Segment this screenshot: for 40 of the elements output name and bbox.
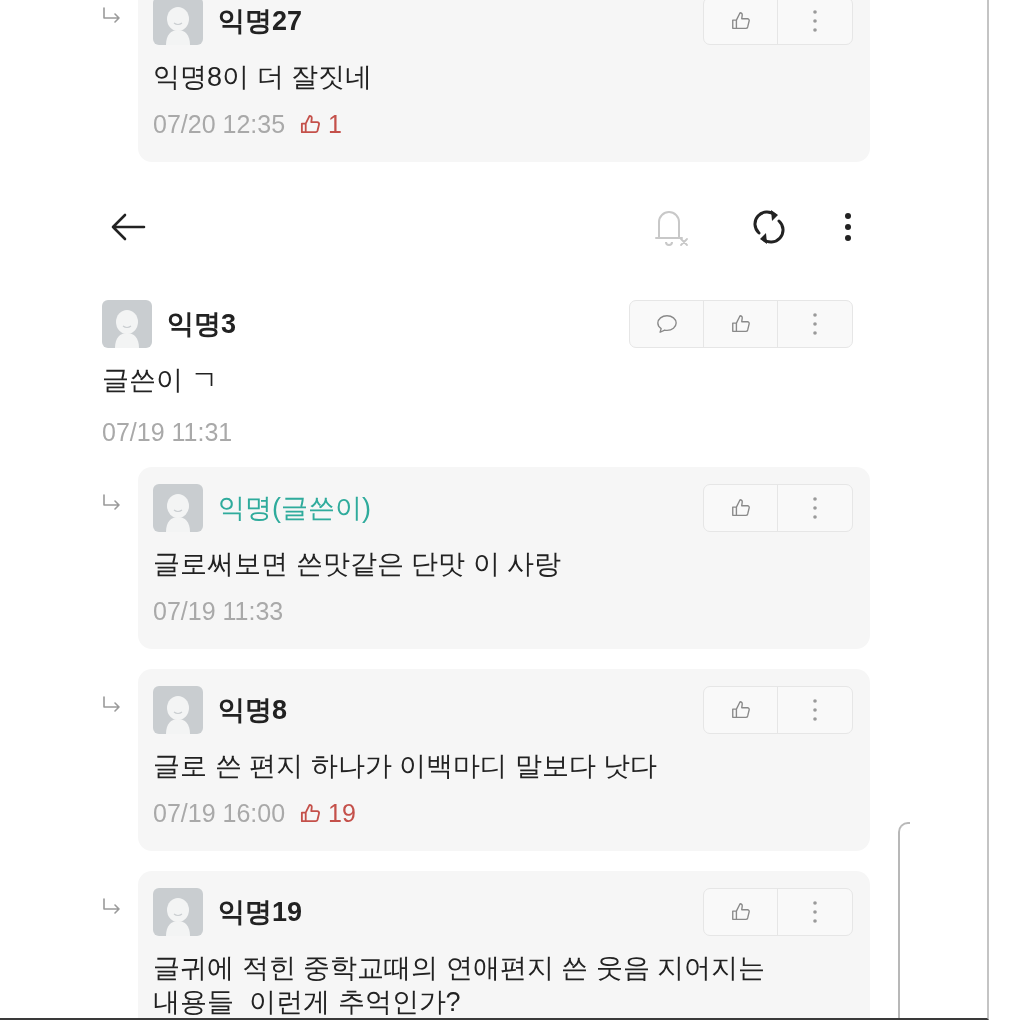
thumbs-up-icon xyxy=(729,901,752,923)
timestamp: 07/19 11:33 xyxy=(153,596,284,626)
avatar-icon xyxy=(102,300,152,348)
comment-text: 글귀에 적힌 중학교때의 연애편지 쓴 웃음 지어지는 내용들 이런게 추억인가? xyxy=(153,952,766,1018)
comment-text: 글로써보면 쓴맛같은 단맛 이 사랑 xyxy=(153,548,562,581)
thumbs-up-icon xyxy=(299,801,323,825)
timestamp: 07/20 12:35 xyxy=(153,109,286,139)
more-options-icon xyxy=(813,901,817,923)
more-options-icon xyxy=(813,313,817,335)
like-count: 1 xyxy=(328,109,342,139)
timestamp: 07/19 16:00 xyxy=(153,798,286,828)
speech-bubble-icon xyxy=(655,313,678,335)
author-name: 익명19 xyxy=(218,896,303,929)
avatar-icon xyxy=(153,686,203,734)
more-options-icon xyxy=(813,10,817,32)
thumbs-up-icon xyxy=(729,497,752,519)
comment-text: 글로 쓴 편지 하나가 이백마디 말보다 낫다 xyxy=(153,750,658,783)
reply-arrow-icon xyxy=(102,898,122,914)
author-name: 익명27 xyxy=(218,5,303,38)
like-count: 19 xyxy=(328,798,356,828)
reply-arrow-icon xyxy=(102,696,122,712)
author-name: 익명8 xyxy=(218,694,288,727)
comment-text: 익명8이 더 잘짓네 xyxy=(153,61,374,94)
author-name: 익명(글쓴이) xyxy=(218,492,371,525)
thumbs-up-icon xyxy=(299,112,323,136)
more-options-icon xyxy=(813,497,817,519)
avatar-icon xyxy=(153,484,203,532)
back-icon[interactable] xyxy=(110,212,146,242)
more-options-icon[interactable] xyxy=(844,212,852,242)
author-name: 익명3 xyxy=(167,308,237,341)
avatar-icon xyxy=(153,888,203,936)
thumbs-up-icon xyxy=(729,699,752,721)
reply-arrow-icon xyxy=(102,7,122,23)
thumbs-up-icon xyxy=(729,313,752,335)
comment-text: 글쓴이 ㄱ xyxy=(102,364,219,397)
refresh-icon[interactable] xyxy=(750,207,788,247)
more-options-icon xyxy=(813,699,817,721)
thumbs-up-icon xyxy=(729,10,752,32)
timestamp: 07/19 11:31 xyxy=(102,417,233,447)
reply-arrow-icon xyxy=(102,494,122,510)
